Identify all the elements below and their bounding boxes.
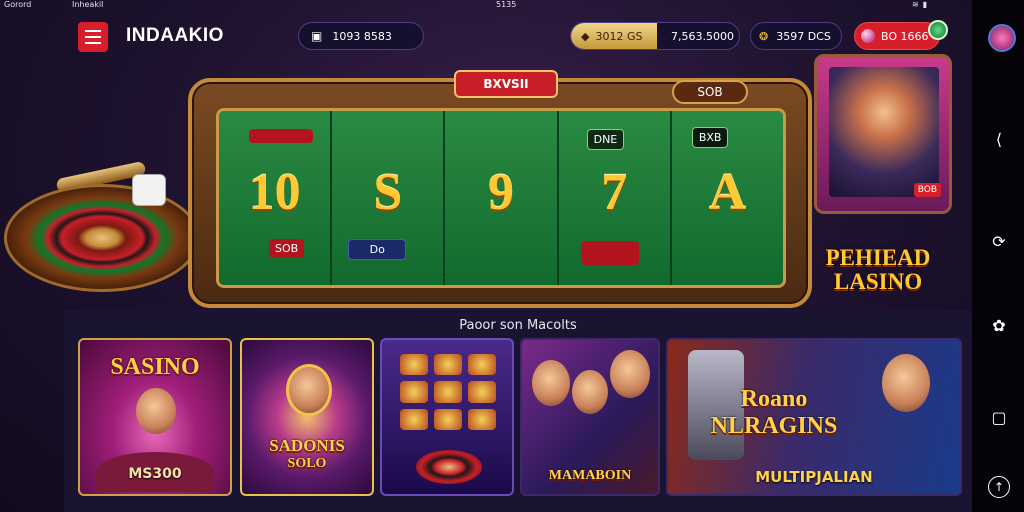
game-card[interactable]: SADONIS SOLO [240,338,374,496]
game-title: SADONIS [269,436,345,455]
gem-icon [861,29,875,43]
character-image [572,370,608,414]
game-subtitle: MAMABOIN [548,468,632,483]
casino-app: Gorord Inheakil 5135 ≋ ▮ INDAAKIO ▣ 1093… [0,0,1024,512]
roulette-wheel [4,184,200,292]
game-subtitle: MULTIPJALIAN [755,468,873,486]
reel-symbol: 10 [248,164,301,221]
side-nav-buttons: ⟨ ⟳ ✿ ▢ ↑ [972,0,1024,512]
status-left: Gorord [4,0,32,9]
section-title: Paoor son Macolts [459,318,577,333]
game-card[interactable]: SASINO MS300 [78,338,232,496]
chip-icon [928,20,948,40]
reel-5: BXB A [671,111,783,285]
coin-icon: ❂ [759,29,769,43]
brand-title: INDAAKIO [126,25,224,46]
reel-tag [249,129,313,143]
game-subtitle: MS300 [128,466,182,482]
reel-symbol: 9 [488,164,514,221]
balance-value: 7,563.5000 [671,29,734,43]
balance-pill[interactable]: ◆ 3012 GS 7,563.5000 [570,22,740,50]
reel-2: S Do [332,111,446,285]
status-bar: Gorord Inheakil 5135 ≋ ▮ [0,0,972,12]
reel-1: 10 SOB [219,111,333,285]
ticket-icon: ▣ [311,29,323,43]
reel-symbol: 7 [601,164,628,221]
character-image [286,364,332,416]
coins-value: 3597 DCS [776,29,831,43]
menu-button[interactable] [78,22,108,52]
reel-tag: Do [348,239,407,260]
balance-badge-label: 3012 GS [595,29,643,43]
character-image [882,354,930,412]
search-field[interactable]: ▣ 1093 8583 [298,22,424,50]
chat-icon[interactable]: ▢ [988,406,1010,428]
reel-3: 9 [445,111,559,285]
character-image [610,350,650,398]
game-card[interactable]: Roano NLRAGINS MULTIPJALIAN [666,338,962,496]
character-image [532,360,570,406]
live-dealer-panel[interactable]: BOB [814,54,952,214]
battery-icon: ▮ [922,0,928,9]
help-icon[interactable]: ↑ [988,476,1010,498]
dice-icon [132,174,166,206]
status-time: 5135 [496,0,517,9]
refresh-icon[interactable]: ⟳ [988,230,1010,252]
promo-label: BO 1666 [881,29,929,43]
game-title: SASINO [110,354,200,380]
slot-top-badge[interactable]: BXVSII [454,70,558,98]
reel-tag: BXB [691,127,729,148]
search-value: 1093 8583 [332,29,392,43]
dealer-tag: BOB [913,183,941,197]
reel-tag: SOB [269,239,305,258]
reel-symbol: A [708,164,747,221]
reel-tag: DNE [586,129,625,150]
game-subtitle: SOLO [287,456,327,471]
game-title: Roano NLRAGINS [710,386,838,439]
game-card[interactable] [380,338,514,496]
reel-tag [580,241,639,265]
character-image [136,388,176,434]
reel-4: DNE 7 [558,111,672,285]
coins-pill[interactable]: ❂ 3597 DCS [750,22,842,50]
roulette-image [416,450,482,484]
status-center-left: Inheakil [72,0,104,9]
tag-icon: ◆ [581,29,590,43]
promo-button[interactable]: BO 1666 [854,22,940,50]
back-icon[interactable]: ⟨ [988,128,1010,150]
reel-symbol: S [373,164,403,221]
dealer-image [829,67,939,197]
casino-logo: PEHIEAD LASINO [825,245,931,294]
home-icon[interactable]: ✿ [988,314,1010,336]
slot-reels[interactable]: 10 SOB S Do 9 DNE 7 BXB A [216,108,786,288]
wifi-icon: ≋ [912,0,919,9]
balance-badge: ◆ 3012 GS [571,23,657,49]
status-icons: ≋ ▮ [912,0,927,9]
game-card[interactable]: MAMABOIN [520,338,660,496]
slot-right-badge[interactable]: SOB [672,80,748,104]
slot-icons [400,354,496,430]
